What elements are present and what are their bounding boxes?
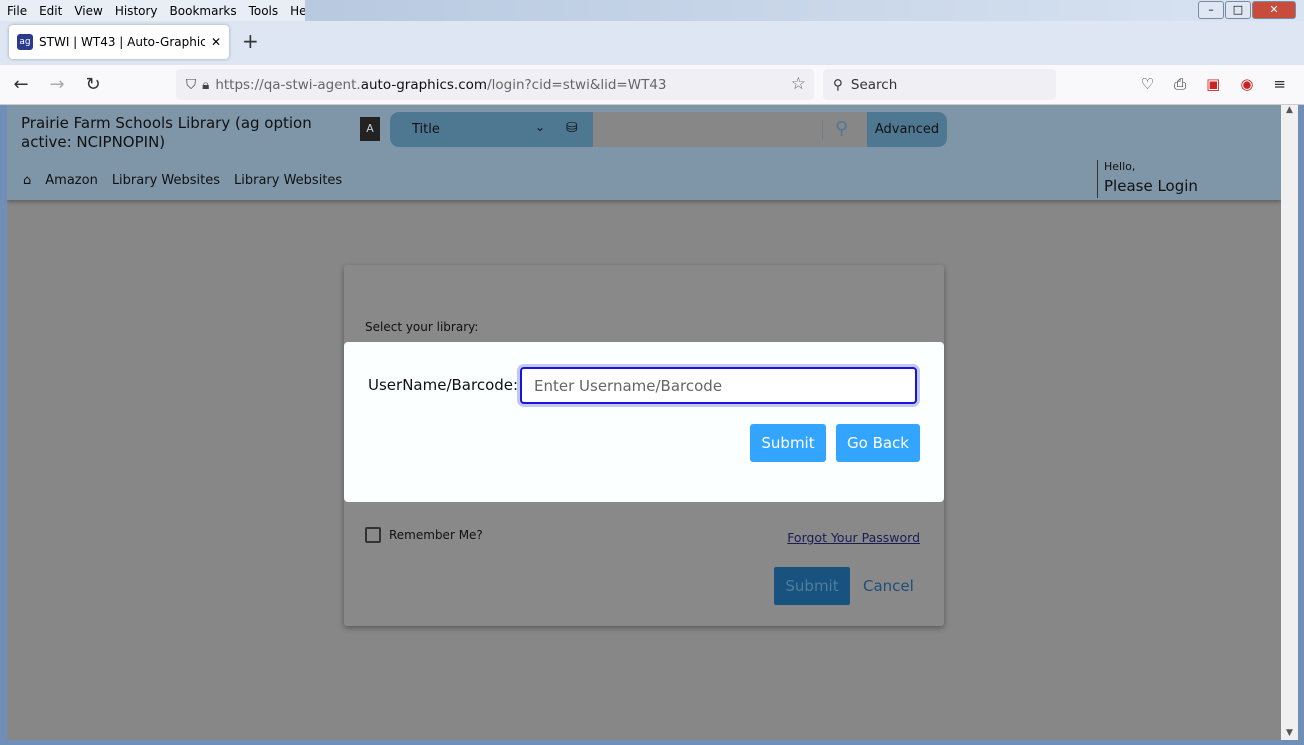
search-bar: Title ⌄ ⛁ ⚲ Advanced: [390, 112, 947, 147]
remember-me-checkbox[interactable]: [365, 527, 381, 543]
menu-tools[interactable]: Tools: [249, 4, 279, 18]
favicon-icon: ag: [17, 34, 33, 50]
username-modal: UserName/Barcode:- Submit Go Back: [344, 342, 944, 502]
select-library-label: Select your library:: [365, 320, 479, 334]
tab-strip: ag STWI | WT43 | Auto-Graphics Inc ✕ +: [0, 21, 1304, 65]
pocket-icon[interactable]: ♡: [1141, 75, 1154, 93]
hello-text: Hello,: [1104, 160, 1136, 173]
advanced-search-button[interactable]: Advanced: [867, 112, 947, 147]
maximize-button[interactable]: □: [1225, 1, 1251, 19]
extension-icon[interactable]: ▣: [1206, 75, 1220, 93]
divider: [822, 120, 823, 140]
link-library-websites[interactable]: Library Websites: [112, 173, 220, 188]
back-button[interactable]: ←: [6, 74, 36, 95]
shield-icon: ⛉: [186, 76, 197, 93]
search-type-select[interactable]: Title: [412, 122, 440, 137]
cancel-button[interactable]: Cancel: [863, 567, 914, 605]
tab-title: STWI | WT43 | Auto-Graphics Inc: [39, 35, 205, 49]
title-bar: – □ ✕: [305, 0, 1304, 21]
browser-search-box[interactable]: ⚲ Search: [823, 69, 1056, 100]
menu-bar: File Edit View History Bookmarks Tools H…: [0, 0, 318, 21]
print-icon[interactable]: ⎙: [1174, 75, 1186, 93]
menu-file[interactable]: File: [7, 4, 27, 18]
site-header: Prairie Farm Schools Library (ag option …: [7, 105, 1281, 200]
lock-icon: 🔒︎: [202, 76, 210, 93]
nav-bar: ← → ↻ ⛉ 🔒︎ https://qa-stwi-agent. auto-gr…: [0, 65, 1304, 105]
link-library-websites-2[interactable]: Library Websites: [234, 173, 342, 188]
search-icon[interactable]: ⚲: [835, 118, 848, 139]
username-label: UserName/Barcode:-: [368, 376, 524, 394]
minimize-button[interactable]: –: [1198, 1, 1224, 19]
database-icon[interactable]: ⛁: [566, 120, 578, 136]
user-panel: Hello, Please Login: [1097, 160, 1198, 198]
card-submit-button[interactable]: Submit: [774, 567, 850, 605]
language-icon[interactable]: A: [360, 117, 380, 141]
search-icon: ⚲: [833, 76, 843, 93]
forgot-password-link[interactable]: Forgot Your Password: [787, 530, 920, 545]
menu-view[interactable]: View: [74, 4, 102, 18]
username-input[interactable]: [520, 367, 917, 404]
bookmark-star-icon[interactable]: ☆: [791, 74, 806, 94]
close-tab-icon[interactable]: ✕: [211, 35, 221, 49]
go-back-button[interactable]: Go Back: [836, 424, 920, 462]
new-tab-button[interactable]: +: [242, 29, 259, 53]
remember-me-label: Remember Me?: [389, 528, 483, 542]
search-input[interactable]: [593, 112, 867, 147]
browser-search-placeholder: Search: [850, 76, 898, 93]
menu-history[interactable]: History: [115, 4, 158, 18]
url-domain: auto-graphics.com: [360, 76, 488, 93]
library-name: Prairie Farm Schools Library (ag option …: [21, 114, 312, 151]
hamburger-menu-icon[interactable]: ≡: [1273, 75, 1286, 93]
url-path: /login?cid=stwi&lid=WT43: [487, 76, 667, 93]
home-icon[interactable]: ⌂: [23, 173, 31, 188]
reload-button[interactable]: ↻: [78, 74, 108, 95]
close-window-button[interactable]: ✕: [1252, 1, 1296, 19]
forward-button[interactable]: →: [42, 74, 72, 95]
submit-button[interactable]: Submit: [750, 424, 826, 462]
menu-edit[interactable]: Edit: [39, 4, 62, 18]
extension-2-icon[interactable]: ◉: [1240, 75, 1253, 93]
chevron-down-icon[interactable]: ⌄: [535, 120, 545, 134]
please-login-link[interactable]: Please Login: [1104, 177, 1198, 195]
url-prefix: https://qa-stwi-agent.: [215, 76, 361, 93]
scrollbar[interactable]: ▲ ▼: [1281, 105, 1298, 740]
menu-bookmarks[interactable]: Bookmarks: [170, 4, 237, 18]
link-amazon[interactable]: Amazon: [45, 173, 98, 188]
tab-active[interactable]: ag STWI | WT43 | Auto-Graphics Inc ✕: [9, 25, 229, 59]
url-bar[interactable]: ⛉ 🔒︎ https://qa-stwi-agent. auto-graphics…: [176, 69, 814, 100]
